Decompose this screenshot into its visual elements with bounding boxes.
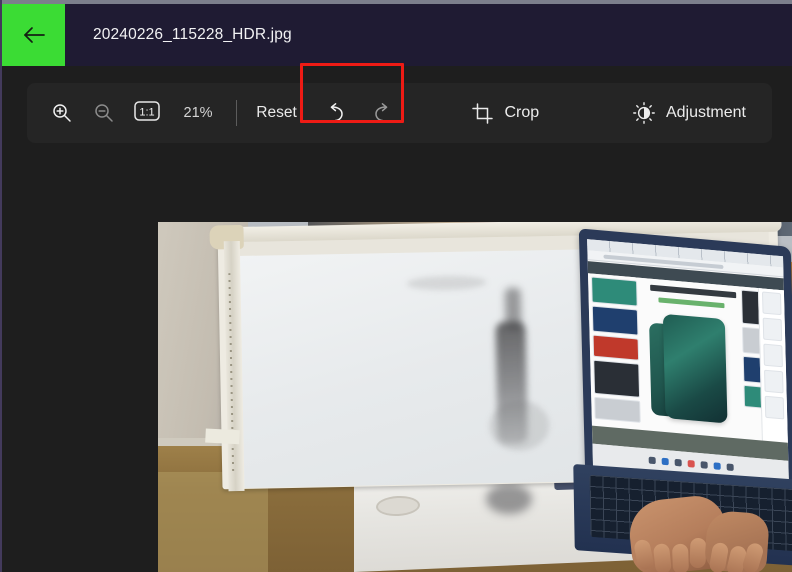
brightness-icon	[633, 102, 655, 124]
image-viewer-window: 20240226_115228_HDR.jpg 1:1 21% Reset Cr…	[0, 0, 792, 572]
back-button[interactable]	[2, 4, 65, 66]
photo-image[interactable]	[158, 222, 792, 572]
zoom-out-icon	[93, 102, 115, 124]
zoom-in-button[interactable]	[41, 93, 83, 133]
reset-button[interactable]: Reset	[245, 93, 308, 133]
undo-icon	[324, 101, 348, 125]
undo-redo-group	[300, 63, 405, 133]
toolbar-divider-1	[236, 100, 238, 126]
crop-icon	[472, 102, 494, 124]
editor-toolbar: 1:1 21% Reset Crop Adjustment	[27, 63, 772, 143]
photo-hand-right	[703, 509, 771, 572]
photo-desk-shadow	[486, 484, 532, 514]
photo-laptop	[573, 228, 792, 572]
titlebar: 20240226_115228_HDR.jpg	[2, 4, 792, 66]
photo-blurred-object	[495, 321, 528, 445]
crop-button[interactable]: Crop	[460, 93, 551, 133]
zoom-level-label: 21%	[183, 105, 213, 121]
arrow-left-icon	[21, 24, 47, 46]
adjustment-button[interactable]: Adjustment	[621, 93, 758, 133]
crop-label: Crop	[504, 104, 540, 121]
photo-page-sidebar	[757, 288, 788, 443]
one-to-one-icon: 1:1	[133, 100, 160, 126]
actual-size-button[interactable]: 1:1	[126, 93, 168, 133]
zoom-in-icon	[51, 102, 73, 124]
adjustment-label: Adjustment	[665, 104, 746, 121]
photo-whiteboard-bracket	[205, 428, 240, 445]
zoom-out-button[interactable]	[83, 93, 125, 133]
redo-icon	[370, 101, 394, 125]
undo-button[interactable]	[313, 93, 359, 133]
svg-text:1:1: 1:1	[139, 106, 154, 118]
file-name-title: 20240226_115228_HDR.jpg	[93, 26, 292, 43]
redo-button[interactable]	[359, 93, 405, 133]
image-canvas[interactable]	[2, 152, 792, 572]
photo-laptop-screen	[587, 239, 789, 483]
